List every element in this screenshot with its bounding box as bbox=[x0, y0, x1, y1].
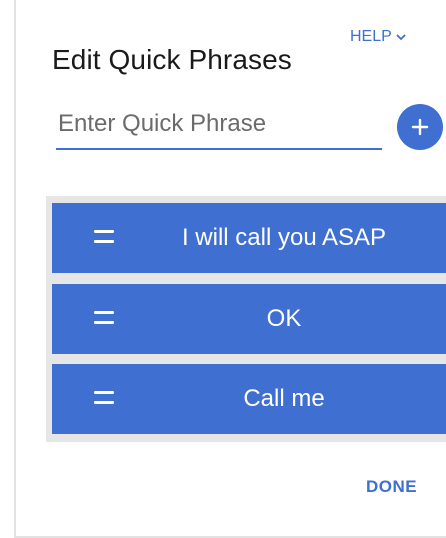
quick-phrase-input-field[interactable] bbox=[56, 104, 386, 150]
done-button[interactable]: DONE bbox=[366, 477, 417, 497]
phrase-label: Call me bbox=[243, 385, 325, 412]
phrase-list: I will call you ASAP OK Call me bbox=[46, 196, 446, 442]
add-phrase-button[interactable] bbox=[397, 104, 443, 150]
help-button[interactable]: HELP bbox=[350, 28, 406, 46]
phrase-label: I will call you ASAP bbox=[181, 224, 387, 251]
quick-phrases-dialog: Edit Quick Phrases HELP I will call you … bbox=[14, 0, 446, 538]
plus-icon bbox=[411, 118, 429, 136]
chevron-down-icon bbox=[396, 33, 406, 40]
drag-handle-icon[interactable] bbox=[94, 311, 114, 327]
quick-phrase-input[interactable] bbox=[56, 104, 386, 144]
drag-handle-icon[interactable] bbox=[94, 230, 114, 246]
drag-handle-icon[interactable] bbox=[94, 391, 114, 407]
phrase-label: OK bbox=[266, 305, 302, 332]
dialog-title: Edit Quick Phrases bbox=[52, 44, 292, 75]
phrase-row[interactable]: OK bbox=[52, 284, 446, 354]
help-label: HELP bbox=[350, 28, 392, 45]
phrase-row[interactable]: Call me bbox=[52, 364, 446, 434]
phrase-row[interactable]: I will call you ASAP bbox=[52, 203, 446, 273]
